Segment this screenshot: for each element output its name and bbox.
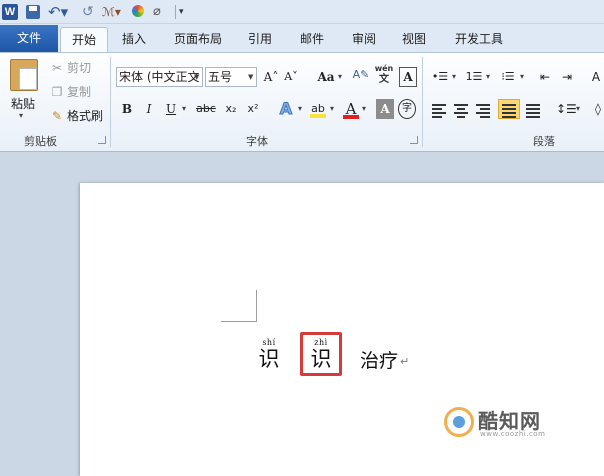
group-divider [110, 57, 111, 147]
paste-icon[interactable] [10, 59, 38, 91]
tab-references[interactable]: 引用 [242, 27, 278, 52]
bullets-button[interactable]: •☰ [430, 67, 450, 87]
format-painter-button[interactable]: ✎ 格式刷 [50, 107, 103, 125]
scissors-icon: ✂ [51, 61, 63, 75]
justify-button[interactable] [498, 99, 520, 119]
numbering-button[interactable]: 1☰ [464, 67, 484, 87]
italic-button[interactable]: I [140, 99, 158, 119]
copy-button[interactable]: ❐ 复制 [50, 83, 91, 101]
multilevel-dropdown-icon[interactable]: ▾ [518, 67, 526, 87]
highlight-dropdown-icon[interactable]: ▾ [328, 99, 336, 119]
font-size-dropdown-icon[interactable]: ▼ [248, 68, 257, 86]
ruby-pinyin: shí [262, 338, 276, 347]
highlight-color-bar [310, 114, 326, 118]
margin-corner-mark [221, 321, 257, 322]
document-page[interactable]: shí 识 zhì 识 治疗 ↵ 酷知网 www.coozhi.com [80, 183, 604, 476]
brush-icon: ✎ [51, 109, 63, 123]
ribbon: 粘贴 ▾ ✂ 剪切 ❐ 复制 ✎ 格式刷 剪贴板 宋体 (中文正文 ▼ 五号 ▼ A˄… [0, 52, 604, 152]
paragraph-mark-icon: ↵ [400, 355, 410, 368]
clipboard-group-label: 剪贴板 [24, 135, 57, 148]
watermark-url: www.coozhi.com [480, 430, 546, 438]
font-color-button[interactable]: A [342, 99, 360, 119]
font-color-bar [343, 115, 359, 119]
enclose-characters-button[interactable]: 字 [398, 99, 416, 119]
font-launcher-icon[interactable] [410, 136, 418, 144]
ribbon-tab-bar: 文件 开始 插入 页面布局 引用 邮件 审阅 视图 开发工具 [0, 24, 604, 52]
paragraph-group-label: 段落 [533, 135, 555, 148]
character-shading-button[interactable]: A [376, 99, 394, 119]
grow-font-button[interactable]: A˄ [262, 67, 280, 87]
tab-review[interactable]: 审阅 [344, 27, 384, 52]
paste-button[interactable]: 粘贴 [11, 95, 35, 112]
decrease-indent-button[interactable]: ⇤ [536, 67, 554, 87]
watermark-logo: 酷知网 www.coozhi.com [444, 405, 574, 439]
customize-toolbar-icon[interactable]: ▾ [179, 3, 189, 21]
body-text[interactable]: 治疗 [360, 349, 398, 373]
clear-icon[interactable]: ⌀ [153, 3, 169, 21]
copy-icon: ❐ [51, 85, 63, 99]
undo-icon[interactable]: ↶▾ [48, 3, 70, 21]
watermark-badge-icon [444, 407, 474, 437]
text-effect-dropdown-icon[interactable]: ▾ [296, 99, 304, 119]
shrink-font-button[interactable]: A˅ [282, 67, 300, 87]
group-divider [422, 57, 423, 147]
highlight-box [300, 332, 342, 376]
quick-access-toolbar: W ↶▾ ↺ ℳ▾ ⌀ ▾ [0, 0, 604, 24]
underline-button[interactable]: U [162, 99, 180, 119]
tab-mailings[interactable]: 邮件 [292, 27, 332, 52]
distributed-button[interactable] [524, 99, 542, 119]
font-name-dropdown-icon[interactable]: ▼ [194, 68, 203, 86]
ruby-text[interactable]: shí 识 [256, 338, 282, 372]
redo-icon[interactable]: ↺ [82, 3, 96, 21]
tab-view[interactable]: 视图 [394, 27, 434, 52]
tab-page-layout[interactable]: 页面布局 [166, 27, 230, 52]
cut-label: 剪切 [67, 61, 92, 75]
format-painter-label: 格式刷 [67, 109, 104, 123]
toolbar-separator [175, 5, 176, 19]
phonetic-guide-char: 文 [379, 74, 389, 85]
copy-label: 复制 [67, 85, 92, 99]
text-effect-button[interactable]: A [276, 99, 296, 119]
multilevel-list-button[interactable]: ⁝☰ [498, 67, 518, 87]
align-left-button[interactable] [430, 99, 448, 119]
sort-button[interactable]: A [588, 67, 604, 87]
phonetic-guide-pinyin: wén [374, 64, 394, 73]
bullets-dropdown-icon[interactable]: ▾ [450, 67, 458, 87]
phonetic-guide-button[interactable]: wén 文 [374, 63, 394, 85]
font-group-label: 字体 [246, 135, 268, 148]
tab-developer[interactable]: 开发工具 [446, 27, 512, 52]
clear-formatting-button[interactable]: A✎ [350, 65, 372, 85]
clipboard-launcher-icon[interactable] [98, 136, 106, 144]
bold-button[interactable]: B [118, 99, 136, 119]
tab-insert[interactable]: 插入 [114, 27, 154, 52]
save-icon[interactable] [26, 5, 40, 19]
paragraph-shading-button[interactable]: ◊ [592, 99, 604, 119]
subscript-button[interactable]: x₂ [222, 99, 240, 119]
ruby-base-char: 识 [258, 347, 280, 371]
line-spacing-button[interactable]: ↕☰ [556, 99, 577, 119]
font-color-dropdown-icon[interactable]: ▾ [360, 99, 368, 119]
paste-dropdown-icon[interactable]: ▾ [19, 111, 23, 120]
highlight-button[interactable]: ab [308, 99, 328, 119]
margin-corner-mark [256, 290, 257, 322]
superscript-button[interactable]: x² [244, 99, 262, 119]
underline-dropdown-icon[interactable]: ▾ [180, 99, 188, 119]
format-icon[interactable]: ℳ▾ [102, 3, 124, 21]
line-spacing-dropdown-icon[interactable]: ▾ [574, 99, 582, 119]
change-case-dropdown-icon[interactable]: ▾ [336, 67, 344, 87]
character-border-button[interactable]: A [399, 67, 417, 87]
font-name-select[interactable]: 宋体 (中文正文 [116, 67, 203, 87]
tab-home[interactable]: 开始 [60, 27, 108, 52]
tab-file[interactable]: 文件 [0, 25, 58, 52]
align-right-button[interactable] [474, 99, 492, 119]
cut-button[interactable]: ✂ 剪切 [50, 59, 91, 77]
numbering-dropdown-icon[interactable]: ▾ [484, 67, 492, 87]
document-area: shí 识 zhì 识 治疗 ↵ 酷知网 www.coozhi.com [0, 153, 604, 476]
strikethrough-button[interactable]: abc [194, 99, 218, 119]
word-icon[interactable]: W [2, 4, 18, 20]
increase-indent-button[interactable]: ⇥ [558, 67, 576, 87]
change-case-button[interactable]: Aa [314, 67, 338, 87]
align-center-button[interactable] [452, 99, 470, 119]
color-wheel-icon[interactable] [132, 5, 144, 17]
